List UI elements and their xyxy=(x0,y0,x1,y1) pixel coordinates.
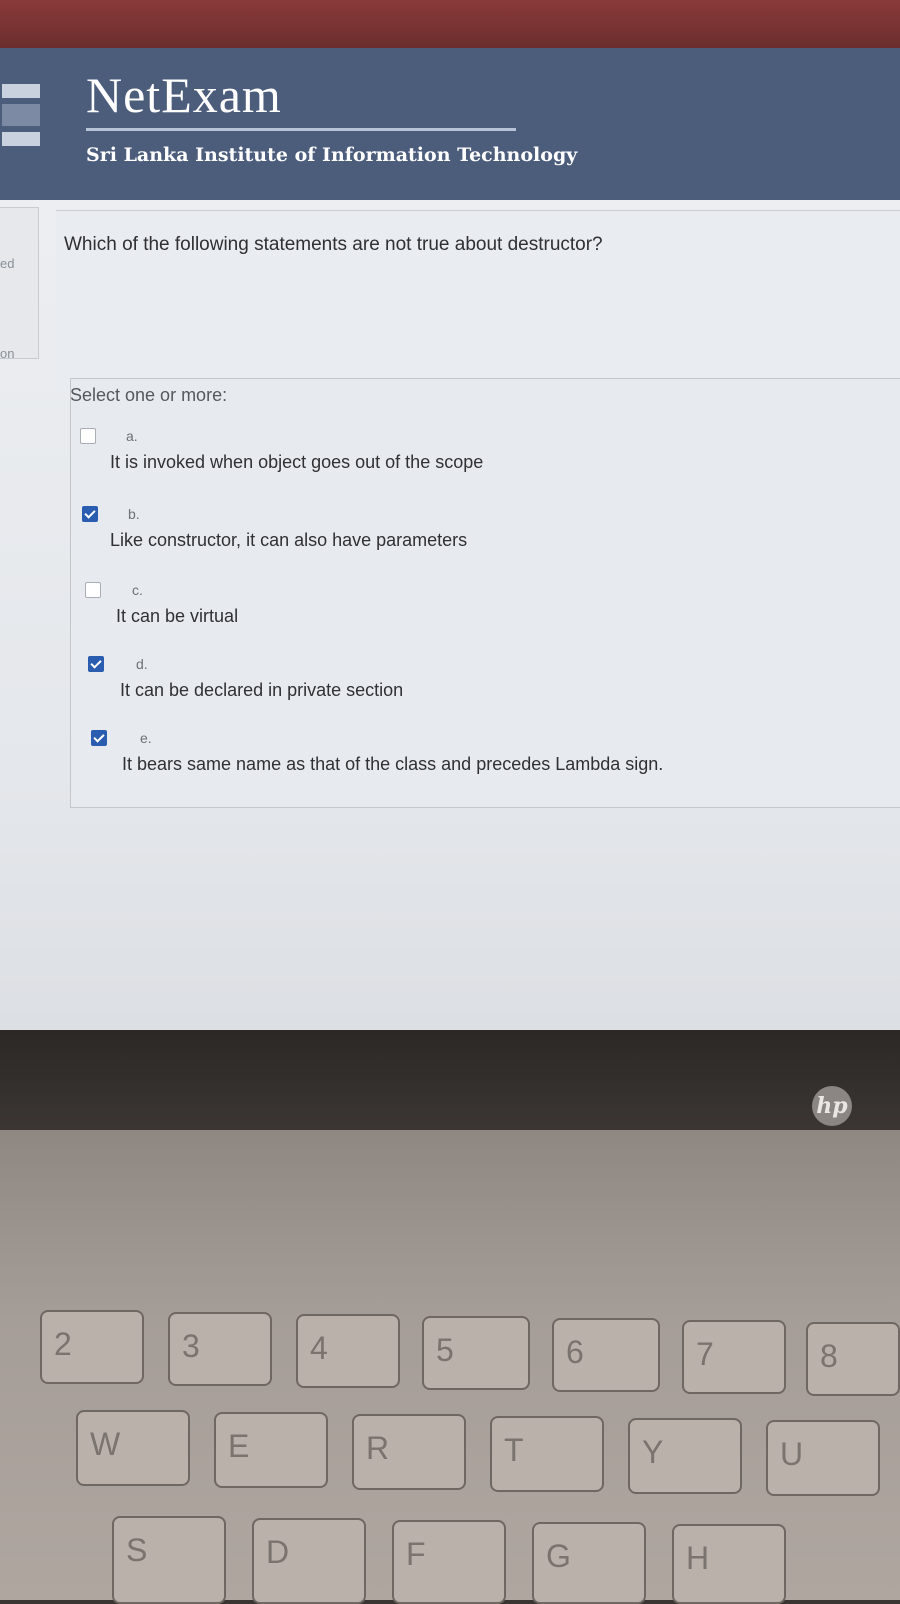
keyboard-key: 8 xyxy=(806,1322,900,1396)
keyboard-key: F xyxy=(392,1520,506,1604)
keyboard-key: 4 xyxy=(296,1314,400,1388)
keyboard-key: 3 xyxy=(168,1312,272,1386)
key-label: F xyxy=(406,1536,426,1572)
key-label: 3 xyxy=(182,1328,200,1364)
option-letter: d. xyxy=(136,656,148,672)
browser-top-strip xyxy=(0,0,900,48)
keyboard-key: R xyxy=(352,1414,466,1490)
key-label: 2 xyxy=(54,1326,72,1362)
option-checkbox[interactable] xyxy=(88,656,104,672)
option-text: It can be virtual xyxy=(116,606,239,626)
keyboard-key: 7 xyxy=(682,1320,786,1394)
keyboard-key: D xyxy=(252,1518,366,1604)
key-label: E xyxy=(228,1428,250,1464)
keyboard-key: T xyxy=(490,1416,604,1492)
title-divider xyxy=(86,128,516,131)
option-text: Like constructor, it can also have param… xyxy=(110,530,468,550)
option-text: It is invoked when object goes out of th… xyxy=(110,452,484,472)
option-letter: a. xyxy=(126,428,138,444)
hp-logo-icon: hp xyxy=(812,1086,852,1126)
key-label: 7 xyxy=(696,1336,714,1372)
key-label: G xyxy=(546,1538,571,1574)
key-label: 8 xyxy=(820,1338,838,1374)
key-label: S xyxy=(126,1532,148,1568)
key-label: 5 xyxy=(436,1332,454,1368)
keyboard-key: E xyxy=(214,1412,328,1488)
key-label: Y xyxy=(642,1434,664,1470)
keyboard-key: Y xyxy=(628,1418,742,1494)
key-label: 4 xyxy=(310,1330,328,1366)
app-title: NetExam xyxy=(86,67,282,123)
key-label: U xyxy=(780,1436,804,1472)
option-checkbox[interactable] xyxy=(85,582,101,598)
sidebar-label-status: ed xyxy=(0,256,15,271)
option-letter: e. xyxy=(140,730,152,746)
question-text: Which of the following statements are no… xyxy=(64,234,603,255)
key-label: H xyxy=(686,1540,710,1576)
keyboard-key: S xyxy=(112,1516,226,1604)
keyboard-key: U xyxy=(766,1420,880,1496)
key-label: R xyxy=(366,1430,390,1466)
sidebar-label-flag: on xyxy=(0,346,15,361)
quiz-info-sidebar[interactable] xyxy=(0,207,39,359)
keyboard-key: 2 xyxy=(40,1310,144,1384)
institute-name: Sri Lanka Institute of Information Techn… xyxy=(86,144,578,166)
key-label: 6 xyxy=(566,1334,584,1370)
answer-panel xyxy=(70,378,900,808)
keyboard-key: G xyxy=(532,1522,646,1604)
option-text: It bears same name as that of the class … xyxy=(122,754,664,774)
answer-prompt: Select one or more: xyxy=(70,385,228,405)
institute-logo-icon xyxy=(0,78,44,158)
option-checkbox[interactable] xyxy=(82,506,98,522)
keyboard-key: H xyxy=(672,1524,786,1604)
key-label: D xyxy=(266,1534,290,1570)
option-text: It can be declared in private section xyxy=(120,680,404,700)
keyboard-key: 5 xyxy=(422,1316,530,1390)
key-label: T xyxy=(504,1432,524,1468)
option-letter: b. xyxy=(128,506,140,522)
laptop-bezel xyxy=(0,1030,900,1130)
option-checkbox[interactable] xyxy=(91,730,107,746)
option-letter: c. xyxy=(132,582,143,598)
key-label: W xyxy=(90,1426,121,1462)
keyboard-key: 6 xyxy=(552,1318,660,1392)
keyboard-key: W xyxy=(76,1410,190,1486)
option-checkbox[interactable] xyxy=(80,428,96,444)
